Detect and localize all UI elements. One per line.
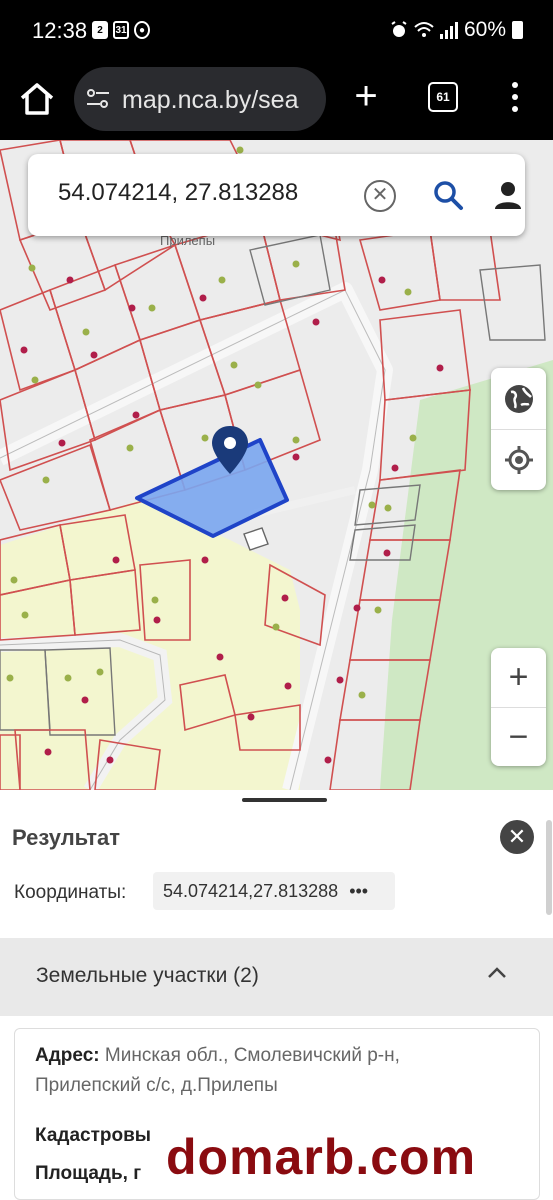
cadastral-label: Кадастровы [35, 1125, 152, 1146]
zoom-out-button[interactable]: − [491, 707, 546, 766]
my-location-button[interactable] [491, 429, 546, 490]
wifi-icon [414, 22, 434, 37]
watermark-text: domarb.com [166, 1129, 477, 1185]
url-text: map.nca.by/sea [122, 86, 299, 114]
signal-icon [439, 21, 458, 39]
basemap-globe-button[interactable] [491, 368, 546, 429]
clear-search-icon[interactable]: ✕ [364, 180, 396, 212]
new-tab-icon[interactable]: + [350, 76, 382, 120]
address-row: Адрес: Минская обл., Смолевичский р-н, [35, 1041, 400, 1071]
battery-icon [512, 21, 523, 39]
site-settings-icon[interactable] [86, 88, 110, 110]
alarm-icon [391, 21, 407, 37]
battery-percent: 60% [463, 18, 506, 41]
tab-switcher-button[interactable]: 61 [428, 82, 458, 112]
user-icon[interactable] [492, 179, 524, 211]
chevron-up-icon[interactable] [486, 966, 508, 980]
status-bar: 12:38 2 31 ● 60% [0, 0, 553, 62]
browser-toolbar: map.nca.by/sea + 61 [0, 62, 553, 140]
area-label: Площадь, г [35, 1163, 142, 1184]
address-line1: Минская обл., Смолевичский р-н, [104, 1045, 400, 1066]
shield-icon: ● [134, 21, 150, 39]
sheet-drag-handle[interactable] [242, 798, 327, 802]
globe-icon [504, 384, 533, 413]
scrollbar[interactable] [546, 820, 552, 915]
more-options-icon[interactable]: ••• [349, 881, 368, 901]
map-view[interactable]: Прилепы 54.074214, 27.813288 ✕ + − [0, 140, 553, 790]
address-bar[interactable]: map.nca.by/sea [74, 67, 326, 131]
home-icon[interactable] [18, 80, 56, 118]
status-time: 12:38 [32, 18, 88, 43]
coordinates-label: Координаты: [14, 882, 127, 903]
coordinates-value[interactable]: 54.074214,27.813288 ••• [153, 872, 395, 910]
area-row: Площадь, г [35, 1159, 141, 1189]
map-search-box[interactable]: 54.074214, 27.813288 ✕ [28, 154, 525, 236]
close-result-button[interactable]: ✕ [500, 820, 534, 854]
zoom-in-button[interactable]: + [491, 648, 546, 707]
coordinates-text: 54.074214,27.813288 [163, 881, 339, 901]
search-icon[interactable] [431, 178, 465, 212]
address-line2: Прилепский с/с, д.Прилепы [35, 1075, 278, 1096]
calendar-icon: 31 [113, 21, 129, 39]
cadastral-map[interactable]: Прилепы [0, 140, 553, 790]
land-plots-section-header[interactable]: Земельные участки (2) [0, 938, 553, 1016]
cadastral-row: Кадастровы [35, 1121, 151, 1151]
map-controls-geo [491, 368, 546, 490]
zoom-controls: + − [491, 648, 546, 766]
address-label: Адрес: [35, 1045, 100, 1066]
crosshair-icon [504, 446, 533, 474]
notification-badge-icon: 2 [92, 21, 108, 39]
result-title: Результат [12, 825, 121, 850]
search-query-text[interactable]: 54.074214, 27.813288 [58, 179, 298, 207]
land-plots-section-label: Земельные участки (2) [36, 964, 259, 987]
more-menu-icon[interactable] [508, 80, 522, 118]
